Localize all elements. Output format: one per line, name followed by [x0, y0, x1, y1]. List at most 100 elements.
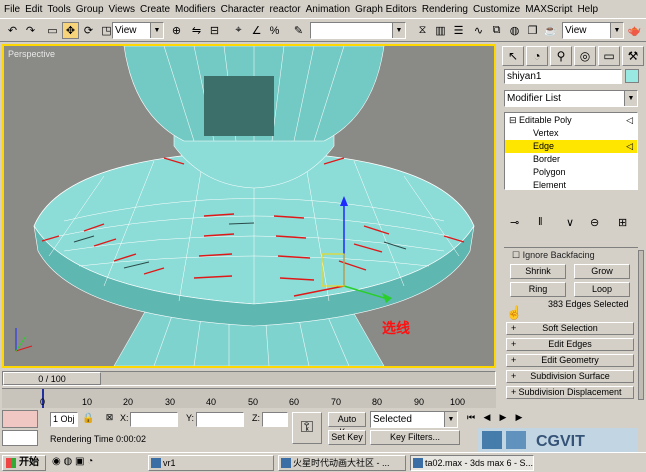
track-bar[interactable]: 0 10 20 30 40 50 60 70 80 90 100	[2, 388, 496, 408]
make-unique-icon[interactable]: ∨	[566, 216, 574, 229]
undo-icon[interactable]: ↶	[4, 22, 21, 39]
remove-modifier-icon[interactable]: ⊖	[590, 216, 599, 229]
menu-edit[interactable]: Edit	[24, 4, 46, 15]
time-slider-thumb[interactable]: 0 / 100	[3, 372, 101, 385]
z-coord-field[interactable]	[262, 412, 288, 427]
stack-item-vertex[interactable]: Vertex	[505, 127, 637, 140]
pivot-center-icon[interactable]: ⊕	[168, 22, 185, 39]
ignore-backfacing-checkbox[interactable]: ☐ Ignore Backfacing	[512, 250, 595, 261]
menu-create[interactable]: Create	[139, 4, 174, 15]
quick-render-icon[interactable]: ☕	[542, 22, 559, 39]
menu-tools[interactable]: Tools	[46, 4, 74, 15]
modifier-stack[interactable]: ⊟ Editable Poly ◁ Vertex Edge ◁ Border Pol…	[504, 112, 638, 190]
task-vr1[interactable]: vr1	[148, 455, 274, 471]
percent-snap-icon[interactable]: %	[266, 22, 283, 39]
command-panel-scrollbar[interactable]	[638, 250, 644, 400]
menu-rendering[interactable]: Rendering	[421, 4, 472, 15]
rollout-soft-selection[interactable]: + Soft Selection	[506, 322, 634, 335]
create-tab-icon[interactable]: ↖	[502, 46, 524, 66]
rollout-subdivision-displacement[interactable]: + Subdivision Displacement	[506, 386, 634, 399]
perspective-viewport[interactable]: Perspective 选线	[2, 44, 496, 368]
modify-tab-icon[interactable]: ◔	[526, 46, 548, 66]
menu-help[interactable]: Help	[576, 4, 602, 15]
menu-customize[interactable]: Customize	[472, 4, 524, 15]
stack-item-border[interactable]: Border	[505, 153, 637, 166]
collapse-icon[interactable]: ⊟	[509, 115, 519, 125]
key-icon[interactable]: ⚿	[292, 412, 322, 444]
utilities-tab-icon[interactable]: ⚒	[622, 46, 644, 66]
ring-button[interactable]: Ring	[510, 282, 566, 297]
object-color-swatch[interactable]	[625, 69, 639, 83]
stack-item-element[interactable]: Element	[505, 179, 637, 192]
shrink-button[interactable]: Shrink	[510, 264, 566, 279]
material-editor-icon[interactable]: ◍	[506, 22, 523, 39]
previous-frame-icon[interactable]: ◀	[480, 412, 494, 426]
mirror-tool-icon[interactable]: ⧖	[414, 22, 431, 39]
next-frame-icon[interactable]: ▶	[512, 412, 526, 426]
set-key-button[interactable]: Set Key	[328, 430, 366, 445]
select-object-icon[interactable]: ▭	[44, 22, 61, 39]
menu-views[interactable]: Views	[108, 4, 140, 15]
menu-animation[interactable]: Animation	[305, 4, 354, 15]
quick-launch-icons[interactable]: ◉ ◍ ▣ ◔	[52, 456, 93, 467]
hierarchy-tab-icon[interactable]: ⚲	[550, 46, 572, 66]
auto-key-button[interactable]: Auto Key	[328, 412, 366, 437]
menu-file[interactable]: File	[3, 4, 24, 15]
start-button[interactable]: 开始	[2, 455, 46, 471]
stack-item-editable-poly[interactable]: ⊟ Editable Poly ◁	[505, 114, 637, 127]
select-rotate-icon[interactable]: ⟳	[80, 22, 97, 39]
array-icon[interactable]: ▥	[432, 22, 449, 39]
lock-icon[interactable]: 🔒	[82, 413, 94, 424]
schematic-icon[interactable]: ⧉	[488, 22, 505, 39]
svg-text:CGVIT: CGVIT	[536, 433, 585, 450]
rollout-edit-geometry[interactable]: + Edit Geometry	[506, 354, 634, 367]
motion-tab-icon[interactable]: ◎	[574, 46, 596, 66]
rollout-subdivision-surface[interactable]: + Subdivision Surface	[506, 370, 634, 383]
absolute-mode-icon[interactable]: ⊠	[102, 411, 117, 426]
angle-snap-icon[interactable]: ∠	[248, 22, 265, 39]
maxscript-listener-pink[interactable]	[2, 410, 38, 428]
maxscript-listener-white[interactable]	[2, 430, 38, 446]
select-move-icon[interactable]: ✥	[62, 22, 79, 39]
show-end-result-icon[interactable]: ǁ	[538, 216, 543, 228]
named-selection-dropdown[interactable]: ▼	[310, 22, 406, 39]
loop-button[interactable]: Loop	[574, 282, 630, 297]
key-mode-dropdown[interactable]: Selected ▼	[370, 411, 458, 428]
stack-item-polygon[interactable]: Polygon	[505, 166, 637, 179]
object-name-input[interactable]: shiyan1	[504, 69, 622, 84]
menu-modifiers[interactable]: Modifiers	[174, 4, 220, 15]
redo-icon[interactable]: ↷	[22, 22, 39, 39]
task-3dsmax[interactable]: ta02.max - 3ds max 6 - S...	[410, 455, 534, 471]
rollout-edit-edges[interactable]: + Edit Edges	[506, 338, 634, 351]
menu-graph-editors[interactable]: Graph Editors	[354, 4, 421, 15]
mirror-icon[interactable]: ⇋	[188, 22, 205, 39]
menu-group[interactable]: Group	[75, 4, 108, 15]
go-to-start-icon[interactable]: ⏮	[464, 412, 478, 426]
refcoord-dropdown[interactable]: View ▼	[112, 22, 164, 39]
pin-stack-icon[interactable]: ⊸	[510, 216, 519, 229]
time-slider[interactable]: 0 / 100	[2, 371, 496, 386]
render-view-dropdown[interactable]: View ▼	[562, 22, 624, 39]
display-tab-icon[interactable]: ▭	[598, 46, 620, 66]
curve-editor-icon[interactable]: ∿	[470, 22, 487, 39]
menu-character[interactable]: Character	[220, 4, 269, 15]
configure-sets-icon[interactable]: ⊞	[618, 216, 627, 229]
viewport-label[interactable]: Perspective	[8, 49, 55, 59]
snap-icon[interactable]: ⌖	[230, 22, 247, 39]
modifier-list-dropdown[interactable]: Modifier List ▼	[504, 90, 638, 107]
task-browser[interactable]: 火星时代动画大社区 - ...	[278, 455, 406, 471]
key-filters-button[interactable]: Key Filters...	[370, 430, 460, 445]
y-coord-field[interactable]	[196, 412, 244, 427]
x-coord-field[interactable]	[130, 412, 178, 427]
render-setup-icon[interactable]: ❐	[524, 22, 541, 39]
menu-reactor[interactable]: reactor	[269, 4, 305, 15]
stack-item-edge[interactable]: Edge ◁	[505, 140, 637, 153]
named-selection-icon[interactable]: ✎	[290, 22, 307, 39]
tick-label: 90	[414, 397, 425, 407]
align-icon[interactable]: ⊟	[206, 22, 223, 39]
menu-maxscript[interactable]: MAXScript	[524, 4, 576, 15]
layer-icon[interactable]: ☰	[450, 22, 467, 39]
play-icon[interactable]: ▶	[496, 412, 510, 426]
grow-button[interactable]: Grow	[574, 264, 630, 279]
teapot-icon[interactable]: 🫖	[626, 22, 643, 39]
